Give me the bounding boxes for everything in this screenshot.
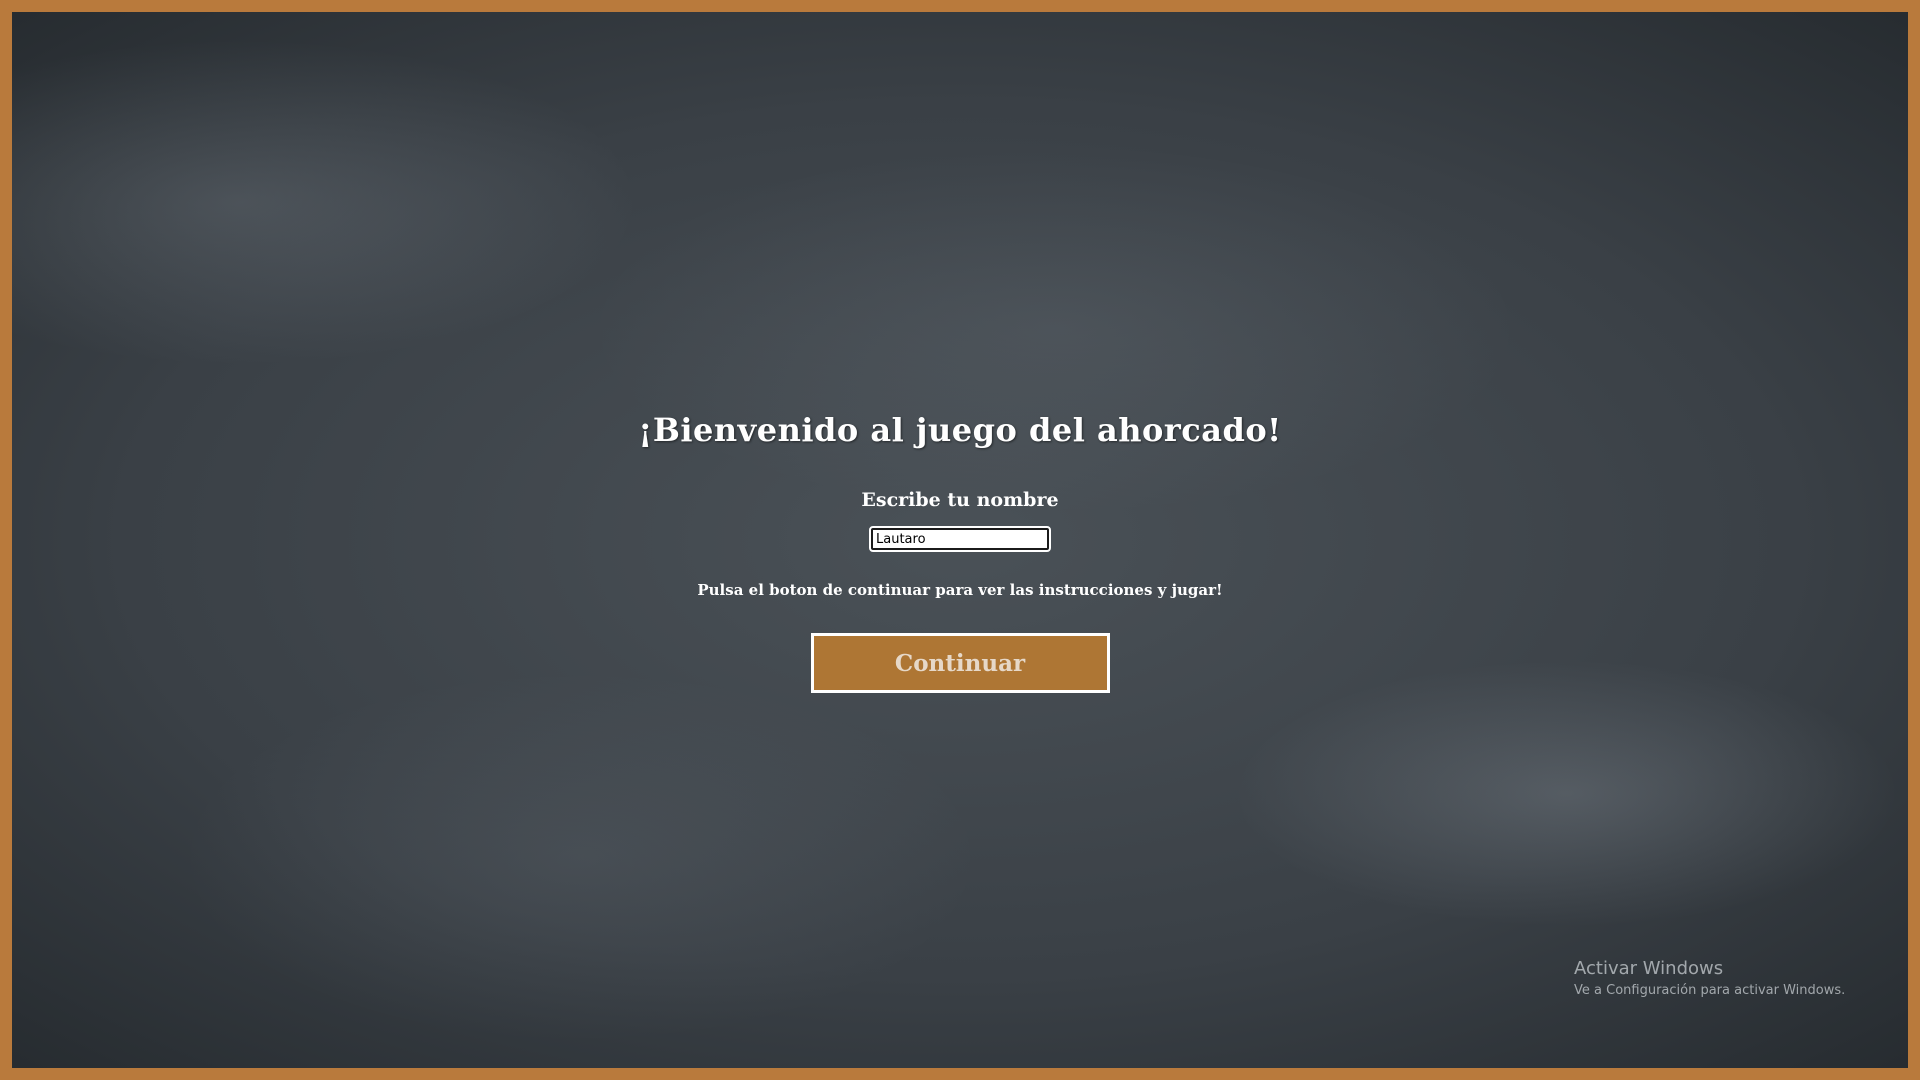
windows-activation-watermark: Activar Windows Ve a Configuración para … (1574, 958, 1845, 1000)
chalkboard-frame: ¡Bienvenido al juego del ahorcado! Escri… (0, 0, 1920, 1080)
continue-button[interactable]: Continuar (810, 633, 1110, 693)
page-title: ¡Bienvenido al juego del ahorcado! (638, 411, 1282, 449)
name-input[interactable] (869, 526, 1051, 552)
instructions-text: Pulsa el boton de continuar para ver las… (697, 581, 1223, 599)
watermark-subtitle: Ve a Configuración para activar Windows. (1574, 983, 1846, 998)
name-label: Escribe tu nombre (861, 489, 1059, 511)
welcome-panel: ¡Bienvenido al juego del ahorcado! Escri… (12, 410, 1908, 693)
watermark-title: Activar Windows (1574, 958, 1724, 979)
